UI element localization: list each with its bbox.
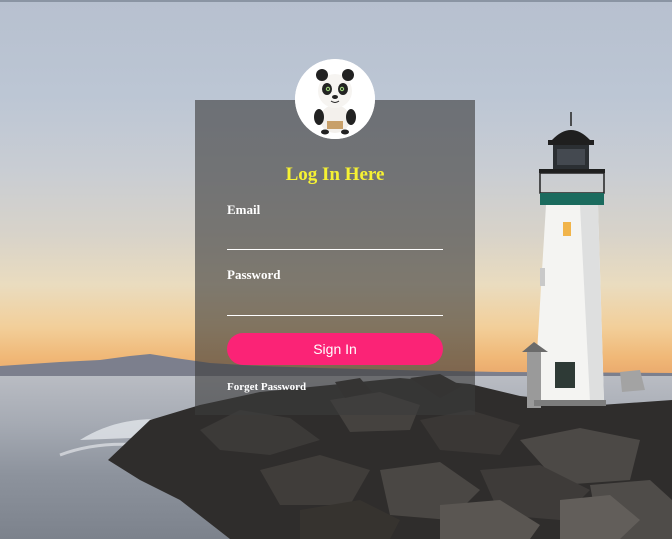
sign-in-button[interactable]: Sign In <box>227 333 443 365</box>
email-field[interactable] <box>227 229 443 250</box>
panda-avatar-icon <box>295 59 375 139</box>
forget-password-link[interactable]: Forget Password <box>227 381 306 393</box>
email-label: Email <box>227 202 261 217</box>
password-label: Password <box>227 267 281 282</box>
password-field[interactable] <box>227 295 443 316</box>
login-title: Log In Here <box>285 164 385 185</box>
login-card <box>195 100 475 415</box>
